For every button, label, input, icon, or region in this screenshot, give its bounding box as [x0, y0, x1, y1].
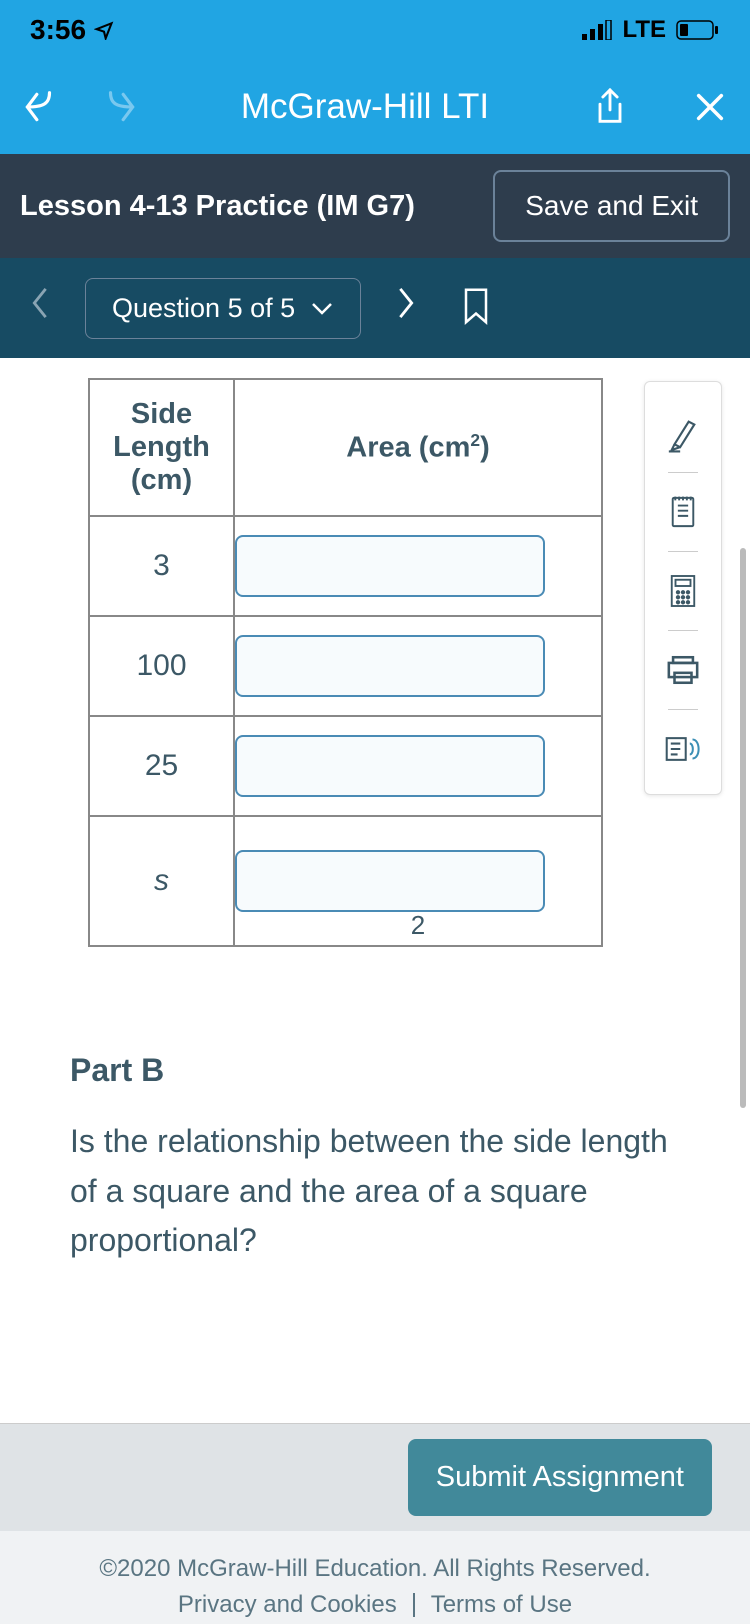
table-row: 100 [89, 616, 602, 716]
close-icon [693, 90, 727, 124]
part-b-text: Is the relationship between the side len… [70, 1117, 690, 1266]
part-b-section: Part B Is the relationship between the s… [0, 947, 750, 1266]
print-tool[interactable] [663, 637, 703, 703]
area-input-3[interactable] [235, 850, 545, 912]
calculator-tool[interactable] [663, 558, 703, 624]
browser-bar: McGraw-Hill LTI [0, 60, 750, 154]
scrollbar-thumb[interactable] [740, 548, 746, 1108]
question-label: Question 5 of 5 [112, 293, 295, 324]
header-side: SideLength(cm) [89, 379, 234, 516]
highlighter-icon [666, 413, 700, 453]
prev-question-button[interactable] [20, 286, 60, 330]
footer-link[interactable]: Terms of Use [415, 1591, 588, 1619]
speaker-icon [664, 732, 702, 766]
footer: ©2020 McGraw-Hill Education. All Rights … [0, 1531, 750, 1624]
question-selector[interactable]: Question 5 of 5 [85, 278, 361, 339]
part-b-title: Part B [70, 1052, 690, 1089]
header-area: Area (cm2) [234, 379, 602, 516]
submit-bar: Submit Assignment [0, 1423, 750, 1531]
data-table: SideLength(cm) Area (cm2) 3 100 25 s [88, 378, 603, 947]
back-button[interactable] [20, 87, 60, 127]
close-button[interactable] [690, 87, 730, 127]
next-question-button[interactable] [386, 286, 426, 330]
area-cell [234, 716, 602, 816]
bookmark-button[interactable] [461, 287, 491, 330]
tool-divider [668, 472, 698, 473]
tool-divider [668, 709, 698, 710]
read-aloud-tool[interactable] [663, 716, 703, 782]
area-cell [234, 516, 602, 616]
location-icon [94, 20, 114, 40]
status-time: 3:56 [30, 14, 86, 46]
calculator-icon [668, 573, 698, 609]
lesson-bar: Lesson 4-13 Practice (IM G7) Save and Ex… [0, 154, 750, 258]
battery-icon [676, 20, 720, 40]
area-cell: 2 [234, 816, 602, 946]
status-bar: 3:56 LTE [0, 0, 750, 60]
content-area: SideLength(cm) Area (cm2) 3 100 25 s [0, 358, 750, 1423]
share-icon [592, 87, 628, 127]
tool-divider [668, 630, 698, 631]
area-input-0[interactable] [235, 535, 545, 597]
side-cell: s [89, 816, 234, 946]
status-left: 3:56 [30, 14, 114, 46]
status-right: LTE [582, 16, 720, 44]
forward-button[interactable] [100, 87, 140, 127]
page-title: McGraw-Hill LTI [180, 87, 550, 127]
highlighter-tool[interactable] [663, 400, 703, 466]
chevron-down-icon [310, 300, 334, 316]
area-input-1[interactable] [235, 635, 545, 697]
area-input-2[interactable] [235, 735, 545, 797]
question-bar: Question 5 of 5 [0, 258, 750, 358]
network-label: LTE [622, 16, 666, 44]
lesson-title: Lesson 4-13 Practice (IM G7) [20, 190, 415, 223]
side-cell: 100 [89, 616, 234, 716]
chevron-right-icon [396, 286, 416, 320]
signal-icon [582, 20, 612, 40]
footer-links-row-1: Privacy and Cookies Terms of Use [20, 1591, 730, 1619]
print-icon [666, 654, 700, 686]
back-icon [21, 88, 59, 126]
side-cell: 25 [89, 716, 234, 816]
tool-sidebar [644, 381, 722, 795]
chevron-left-icon [30, 286, 50, 320]
bookmark-icon [461, 287, 491, 325]
table-row: 25 [89, 716, 602, 816]
notes-tool[interactable] [663, 479, 703, 545]
save-exit-button[interactable]: Save and Exit [493, 170, 730, 242]
footer-link[interactable]: Privacy and Cookies [162, 1591, 413, 1619]
copyright: ©2020 McGraw-Hill Education. All Rights … [20, 1555, 730, 1583]
share-button[interactable] [590, 87, 630, 127]
scrollbar[interactable] [740, 548, 746, 1208]
tool-divider [668, 551, 698, 552]
area-footnote: 2 [411, 910, 425, 941]
table-row: s 2 [89, 816, 602, 946]
table-row: 3 [89, 516, 602, 616]
notes-icon [667, 494, 699, 530]
area-cell [234, 616, 602, 716]
side-cell: 3 [89, 516, 234, 616]
submit-button[interactable]: Submit Assignment [408, 1439, 712, 1516]
forward-icon [101, 88, 139, 126]
